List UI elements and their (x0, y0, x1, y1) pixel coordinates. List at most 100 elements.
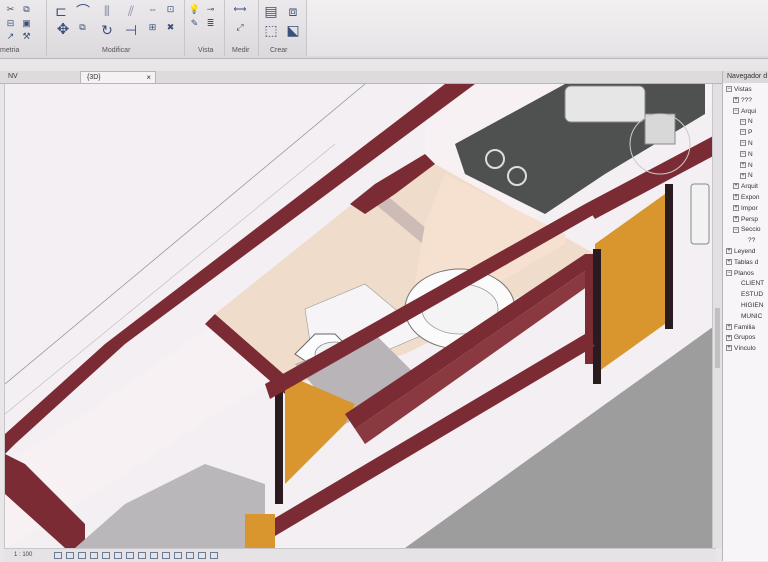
component-icon[interactable]: ▤ (262, 3, 280, 19)
reveal-icon[interactable] (162, 552, 170, 559)
tree-toggle-icon[interactable]: − (733, 107, 739, 114)
bulb-icon[interactable]: 💡 (188, 4, 201, 14)
browser-tree-item[interactable]: MUNIC (733, 313, 762, 320)
cut-icon[interactable]: ✂ (4, 4, 17, 14)
browser-tree-item[interactable]: + Leyend (726, 248, 755, 255)
mirror-icon[interactable]: ⫴ (98, 3, 116, 19)
browser-tree-item[interactable]: ?? (740, 237, 755, 244)
analysis-icon[interactable] (186, 552, 194, 559)
browser-tree-item[interactable]: − N (740, 118, 753, 125)
visual-style-icon[interactable] (66, 552, 74, 559)
detail-level-icon[interactable] (54, 552, 62, 559)
measure-icon[interactable]: ⟷ (230, 4, 250, 14)
tree-toggle-icon[interactable]: + (726, 259, 732, 266)
scale-icon[interactable]: ⊡ (164, 4, 177, 14)
highlight-icon[interactable] (198, 552, 206, 559)
split-icon[interactable]: ⊟ (4, 18, 17, 28)
tree-toggle-icon[interactable]: − (740, 118, 746, 125)
view-scrollbar[interactable] (712, 84, 722, 548)
hide-icon[interactable]: ⊸ (204, 4, 217, 14)
tree-toggle-icon[interactable]: − (740, 129, 746, 136)
delete-icon[interactable]: ✖ (164, 22, 177, 32)
browser-tree-item[interactable]: ESTUD (733, 291, 763, 298)
tree-toggle-icon[interactable]: + (733, 215, 739, 222)
tree-toggle-icon[interactable]: − (740, 140, 746, 147)
view-canvas[interactable] (4, 84, 717, 548)
tab-nv[interactable]: NV (2, 71, 78, 83)
worksharing-icon[interactable] (174, 552, 182, 559)
render-icon[interactable] (102, 552, 110, 559)
tree-toggle-icon[interactable]: + (726, 345, 732, 352)
paint-icon[interactable]: ▣ (20, 18, 33, 28)
browser-tree-item[interactable]: + N (740, 172, 753, 179)
browser-tree-item[interactable]: + Grupos (726, 334, 755, 341)
demolish-icon[interactable]: ↗ (4, 31, 17, 41)
browser-tree-item[interactable]: + N (740, 162, 753, 169)
browser-tree-item[interactable]: − Arqui (733, 108, 756, 115)
close-icon[interactable]: × (146, 72, 151, 84)
copy-icon[interactable]: ⧉ (76, 22, 89, 32)
sun-path-icon[interactable] (78, 552, 86, 559)
move-icon[interactable]: ✥ (54, 22, 72, 38)
tree-item-label: N (748, 172, 753, 180)
browser-tree-item[interactable]: − Planos (726, 270, 754, 277)
array-icon[interactable]: ⇔ (146, 4, 159, 14)
join-icon[interactable]: ⧉ (20, 4, 33, 14)
trim-icon[interactable]: ⊣ (122, 22, 140, 38)
crop-icon[interactable] (114, 552, 122, 559)
browser-tree-item[interactable]: + Expon (733, 194, 759, 201)
parts-icon[interactable]: ⬚ (262, 22, 280, 38)
constraints-icon[interactable] (210, 552, 218, 559)
align-icon[interactable]: ⊏ (52, 3, 70, 19)
tree-toggle-icon[interactable]: − (733, 226, 739, 233)
browser-tree-item[interactable]: + Persp (733, 216, 758, 223)
assembly-icon[interactable]: ⬕ (284, 22, 302, 38)
browser-tree-item[interactable]: + Tablas d (726, 259, 758, 266)
browser-tree-item[interactable]: HIGIEN (733, 302, 763, 309)
tree-item-label: Arquit (741, 183, 758, 191)
brush-icon[interactable]: ✎ (188, 18, 201, 28)
browser-tree-item[interactable]: CLIENT (733, 280, 764, 287)
tree-toggle-icon[interactable]: + (740, 161, 746, 168)
browser-tree-item[interactable]: − Seccio (733, 226, 761, 233)
tab-3d[interactable]: {3D} × (80, 71, 156, 83)
tree-item-label: CLIENT (741, 280, 765, 288)
browser-tree-item[interactable]: − P (740, 129, 752, 136)
tree-toggle-icon[interactable]: − (740, 151, 746, 158)
ribbon-group-measure: ⟷ ⤢ Medir (224, 0, 259, 56)
browser-tree-item[interactable]: + Arquit (733, 183, 758, 190)
browser-tree-item[interactable]: +??? (733, 97, 752, 104)
browser-tree-item[interactable]: + Impor (733, 205, 758, 212)
mirror-draw-icon[interactable]: ⫽ (122, 3, 140, 19)
shadows-icon[interactable] (90, 552, 98, 559)
group-icon[interactable]: ⧈ (284, 3, 302, 19)
tree-toggle-icon[interactable]: − (726, 86, 732, 93)
rotate-icon[interactable]: ↻ (98, 22, 116, 38)
lock-view-icon[interactable] (138, 552, 146, 559)
tree-toggle-icon[interactable]: + (733, 183, 739, 190)
wrench-icon[interactable]: ⚒ (20, 31, 33, 41)
tree-toggle-icon[interactable]: + (733, 205, 739, 212)
show-crop-icon[interactable] (126, 552, 134, 559)
scrollbar-thumb[interactable] (715, 308, 720, 368)
scale-label[interactable]: 1 : 100 (14, 552, 32, 558)
browser-tree-item[interactable]: − N (740, 151, 753, 158)
tree-toggle-icon[interactable]: + (726, 248, 732, 255)
offset-icon[interactable]: ⌒ (74, 3, 92, 19)
browser-tree-item[interactable]: − N (740, 140, 753, 147)
tree-toggle-icon[interactable]: + (726, 323, 732, 330)
browser-tree-item[interactable]: + Familia (726, 324, 755, 331)
tree-toggle-icon[interactable]: + (740, 172, 746, 179)
tree-toggle-icon[interactable]: + (733, 97, 739, 104)
browser-tree-item[interactable]: − Vistas (726, 86, 752, 93)
tree-toggle-icon[interactable]: + (733, 194, 739, 201)
pin-icon[interactable]: ⊞ (146, 22, 159, 32)
tree-item-label: Impor (741, 204, 758, 212)
temp-hide-icon[interactable] (150, 552, 158, 559)
browser-tree-item[interactable]: + Vínculo (726, 345, 756, 352)
tree-toggle-icon[interactable]: + (726, 334, 732, 341)
ribbon-empty-area (306, 0, 768, 56)
lines-icon[interactable]: ≣ (204, 18, 217, 28)
tree-toggle-icon[interactable]: − (726, 269, 732, 276)
dimension-icon[interactable]: ⤢ (230, 22, 250, 32)
